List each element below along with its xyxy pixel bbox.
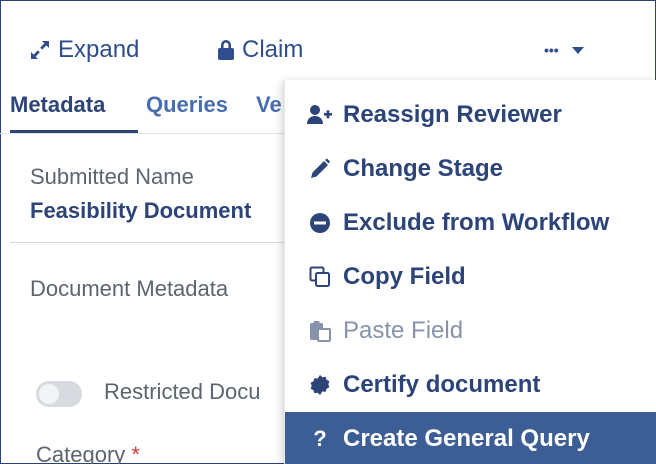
- menu-item-label: Change Stage: [343, 155, 504, 182]
- claim-label: Claim: [242, 36, 304, 63]
- restricted-document-label: Restricted Docu: [104, 379, 261, 404]
- claim-button[interactable]: Claim: [216, 34, 303, 66]
- copy-icon: [307, 264, 333, 290]
- paste-icon: [307, 318, 333, 344]
- menu-item-reassign-reviewer[interactable]: Reassign Reviewer: [285, 88, 656, 142]
- certificate-icon: [307, 372, 333, 398]
- tab-bar: Metadata Queries Ve: [0, 86, 300, 134]
- pencil-icon: [307, 156, 333, 182]
- expand-label: Expand: [58, 36, 140, 63]
- submitted-name-label: Submitted Name: [30, 164, 194, 189]
- menu-item-label: Reassign Reviewer: [343, 101, 562, 128]
- ellipsis-icon: •••: [544, 42, 559, 58]
- field-divider: [10, 242, 284, 243]
- menu-item-create-general-query[interactable]: ? Create General Query: [285, 412, 656, 464]
- metadata-panel: Submitted Name Feasibility Document Docu…: [0, 134, 284, 464]
- expand-icon: [28, 38, 52, 62]
- submitted-name-value: Feasibility Document: [30, 198, 252, 223]
- category-label-text: Category: [36, 442, 126, 464]
- menu-item-label: Copy Field: [343, 263, 466, 290]
- minus-circle-icon: [307, 210, 333, 236]
- menu-item-label: Paste Field: [343, 317, 464, 344]
- more-actions-button[interactable]: •••: [544, 34, 591, 66]
- lock-icon: [216, 39, 236, 61]
- menu-item-label: Certify document: [343, 371, 541, 398]
- restricted-toggle[interactable]: [36, 381, 82, 407]
- menu-item-paste-field: Paste Field: [285, 304, 656, 358]
- menu-item-copy-field[interactable]: Copy Field: [285, 250, 656, 304]
- menu-item-certify-document[interactable]: Certify document: [285, 358, 656, 412]
- toggle-knob: [39, 384, 59, 404]
- menu-item-label: Create General Query: [343, 425, 590, 452]
- document-metadata-label: Document Metadata: [30, 276, 229, 301]
- tab-queries[interactable]: Queries: [146, 92, 228, 118]
- question-icon: ?: [313, 426, 327, 451]
- actions-dropdown-menu: Reassign Reviewer Change Stage Exclude f…: [284, 80, 656, 464]
- required-mark: *: [131, 442, 140, 464]
- menu-item-exclude-from-workflow[interactable]: Exclude from Workflow: [285, 196, 656, 250]
- user-plus-icon: [307, 102, 333, 128]
- menu-item-label: Exclude from Workflow: [343, 209, 610, 236]
- expand-button[interactable]: Expand: [28, 34, 139, 66]
- category-label: Category *: [36, 442, 140, 464]
- tab-metadata[interactable]: Metadata: [10, 92, 105, 118]
- caret-down-icon: [571, 45, 585, 55]
- menu-item-change-stage[interactable]: Change Stage: [285, 142, 656, 196]
- tab-versions[interactable]: Ve: [256, 92, 282, 118]
